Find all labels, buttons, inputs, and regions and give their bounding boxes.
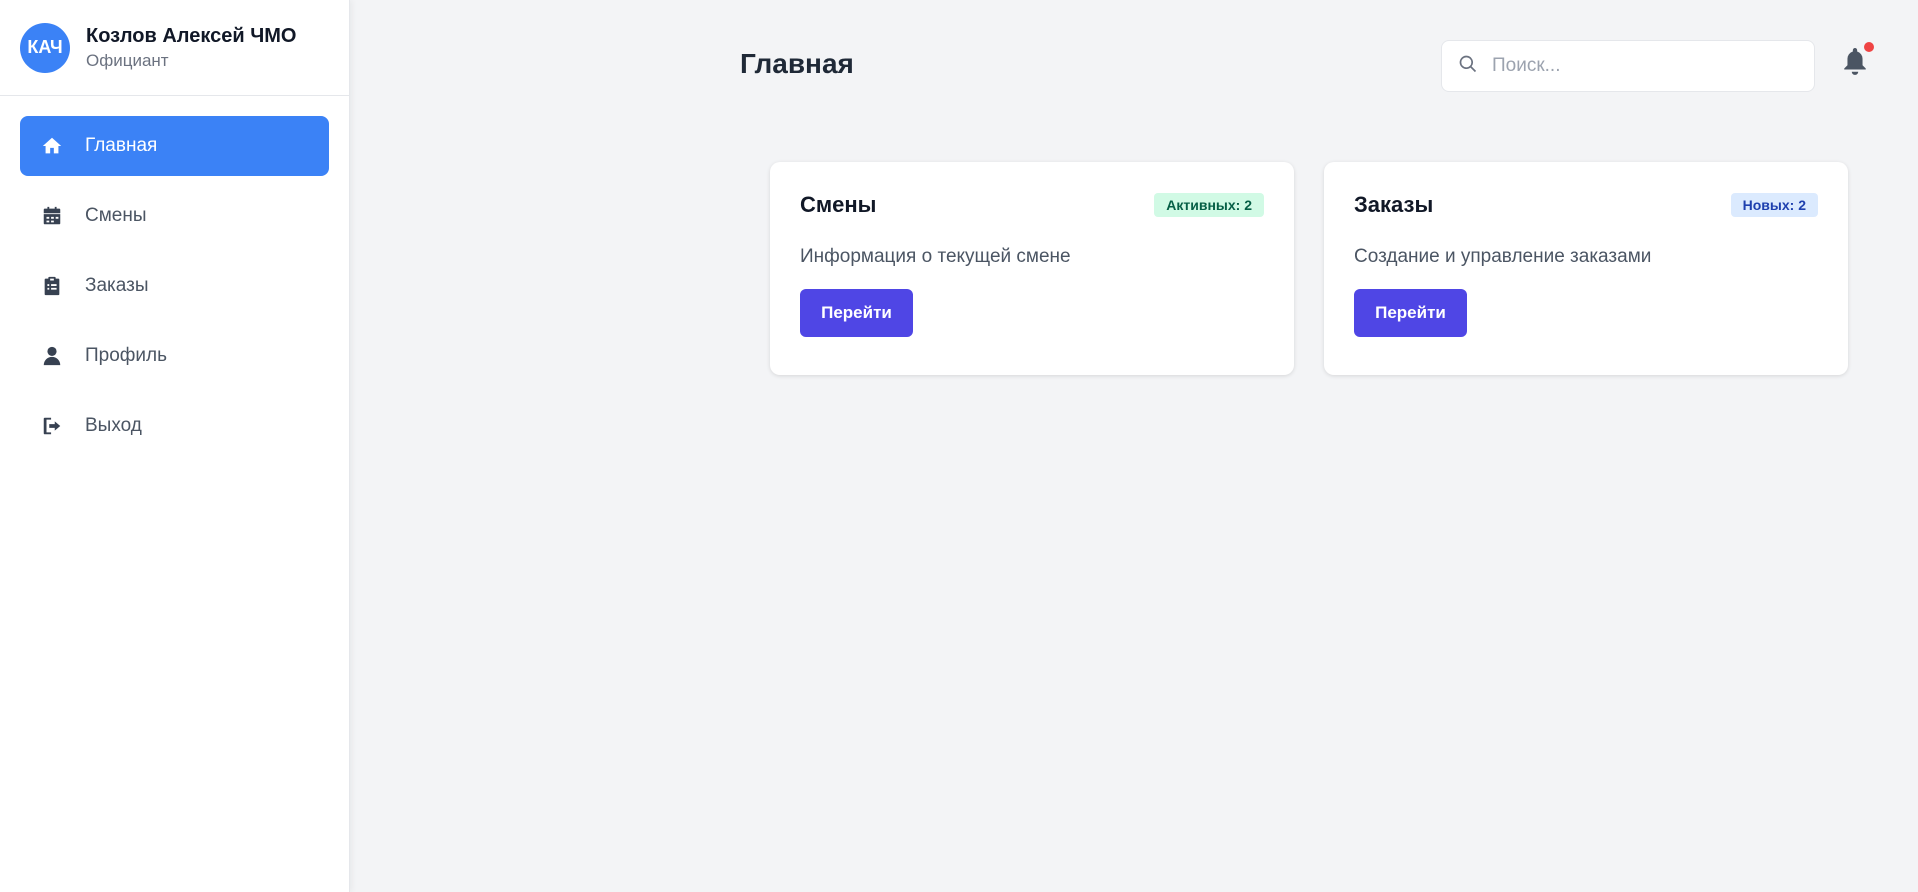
sidebar-item-home[interactable]: Главная: [20, 116, 329, 176]
clipboard-list-icon: [40, 274, 64, 298]
sidebar: КАЧ Козлов Алексей ЧМО Официант Главная …: [0, 0, 350, 892]
card-orders: Заказы Новых: 2 Создание и управление за…: [1324, 162, 1848, 375]
card-description: Информация о текущей смене: [800, 246, 1071, 267]
search-box[interactable]: [1441, 40, 1815, 92]
search-icon: [1458, 54, 1478, 79]
notification-dot: [1864, 42, 1874, 52]
home-icon: [40, 134, 64, 158]
user-info: Козлов Алексей ЧМО Официант: [86, 23, 296, 73]
notifications-button[interactable]: [1842, 42, 1874, 80]
page-title: Главная: [740, 48, 854, 79]
sidebar-item-label: Смены: [85, 205, 147, 226]
sidebar-item-label: Выход: [85, 415, 142, 436]
card-description: Создание и управление заказами: [1354, 246, 1652, 267]
sidebar-item-profile[interactable]: Профиль: [20, 326, 329, 386]
avatar[interactable]: КАЧ: [20, 22, 70, 73]
user-role: Официант: [86, 50, 169, 70]
status-badge: Новых: 2: [1730, 193, 1818, 217]
card-title: Смены: [800, 192, 877, 217]
bell-icon: [1842, 48, 1868, 80]
card-shifts: Смены Активных: 2 Информация о текущей с…: [770, 162, 1294, 375]
go-to-shifts-button[interactable]: Перейти: [800, 289, 913, 337]
status-badge: Активных: 2: [1154, 193, 1264, 217]
sidebar-item-orders[interactable]: Заказы: [20, 256, 329, 316]
app-root: КАЧ Козлов Алексей ЧМО Официант Главная …: [0, 0, 1918, 892]
main-content: Главная Смены Активных: 2 Информация о т…: [350, 0, 1918, 892]
user-block: КАЧ Козлов Алексей ЧМО Официант: [0, 0, 349, 96]
sidebar-item-label: Профиль: [85, 345, 168, 366]
sidebar-item-label: Заказы: [85, 275, 149, 296]
sidebar-nav: Главная Смены Заказы Профиль Выход: [0, 96, 349, 486]
sidebar-item-shifts[interactable]: Смены: [20, 186, 329, 246]
user-icon: [40, 344, 64, 368]
user-name: Козлов Алексей ЧМО: [86, 24, 297, 47]
card-header: Заказы Новых: 2: [1354, 192, 1818, 218]
sidebar-item-label: Главная: [85, 135, 158, 156]
sign-out-icon: [40, 414, 64, 438]
sidebar-item-logout[interactable]: Выход: [20, 396, 329, 456]
go-to-orders-button[interactable]: Перейти: [1354, 289, 1467, 337]
card-header: Смены Активных: 2: [800, 192, 1264, 218]
card-title: Заказы: [1354, 192, 1434, 217]
calendar-icon: [40, 204, 64, 228]
search-input[interactable]: [1492, 55, 1792, 77]
